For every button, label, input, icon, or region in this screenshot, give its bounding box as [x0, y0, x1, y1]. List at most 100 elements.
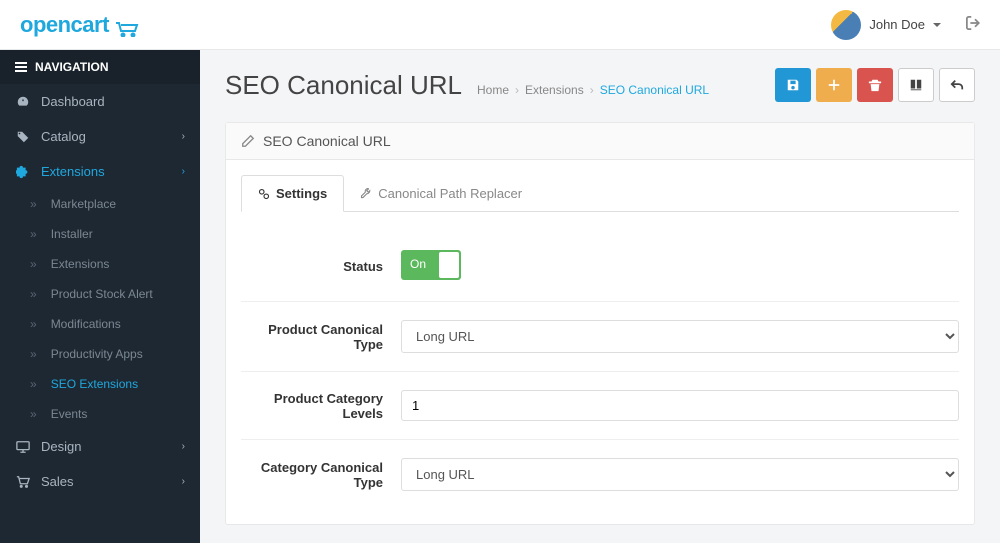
plus-icon [827, 78, 841, 92]
double-chevron-icon [30, 317, 41, 331]
user-menu[interactable]: John Doe [831, 10, 941, 40]
sidebar-item-extensions[interactable]: Extensions › [0, 154, 200, 189]
logo-text: opencart [20, 12, 109, 38]
cart-icon [15, 475, 31, 489]
toggle-label: On [410, 257, 426, 271]
wrench-icon [360, 187, 372, 199]
nav-label: Events [51, 407, 88, 421]
double-chevron-icon [30, 227, 41, 241]
input-product-levels[interactable] [401, 390, 959, 421]
subitem-marketplace[interactable]: Marketplace [15, 189, 200, 219]
hamburger-icon [15, 62, 27, 72]
subitem-stock-alert[interactable]: Product Stock Alert [15, 279, 200, 309]
subitem-installer[interactable]: Installer [15, 219, 200, 249]
nav-label: Sales [41, 474, 74, 489]
nav-label: Product Stock Alert [51, 287, 153, 301]
top-header: opencart John Doe [0, 0, 1000, 50]
settings-panel: SEO Canonical URL Settings Canonical Pat… [225, 122, 975, 525]
nav-label: Extensions [51, 257, 110, 271]
nav-label: SEO Extensions [51, 377, 138, 391]
logo[interactable]: opencart [20, 12, 139, 38]
sidebar-item-catalog[interactable]: Catalog › [0, 119, 200, 154]
label-status: Status [241, 259, 401, 274]
double-chevron-icon [30, 257, 41, 271]
avatar [831, 10, 861, 40]
delete-button[interactable] [857, 68, 893, 102]
logout-icon[interactable] [966, 16, 980, 33]
breadcrumb-sep: › [590, 83, 594, 97]
panel-title: SEO Canonical URL [263, 133, 391, 149]
subitem-seo-extensions[interactable]: SEO Extensions [15, 369, 200, 399]
crumb-home[interactable]: Home [477, 83, 509, 97]
nav-label: Modifications [51, 317, 121, 331]
dashboard-icon [15, 95, 31, 109]
panel-head: SEO Canonical URL [226, 123, 974, 160]
nav-label: Productivity Apps [51, 347, 143, 361]
status-toggle[interactable]: On [401, 250, 461, 280]
nav-label: Extensions [41, 164, 105, 179]
select-product-canonical[interactable]: Long URL [401, 320, 959, 353]
nav-label: Catalog [41, 129, 86, 144]
nav-label: Dashboard [41, 94, 105, 109]
nav-title: NAVIGATION [35, 60, 109, 74]
chevron-right-icon: › [182, 441, 185, 452]
action-buttons [775, 68, 975, 102]
row-status: Status On [241, 232, 959, 302]
pencil-icon [241, 134, 255, 148]
double-chevron-icon [30, 197, 41, 211]
double-chevron-icon [30, 287, 41, 301]
nav-label: Installer [51, 227, 93, 241]
row-product-canonical: Product Canonical Type Long URL [241, 302, 959, 372]
tab-label: Settings [276, 186, 327, 201]
subitem-events[interactable]: Events [15, 399, 200, 429]
row-product-levels: Product Category Levels [241, 372, 959, 440]
select-category-canonical[interactable]: Long URL [401, 458, 959, 491]
subitem-extensions[interactable]: Extensions [15, 249, 200, 279]
crumb-current[interactable]: SEO Canonical URL [600, 83, 709, 97]
label-product-canonical: Product Canonical Type [241, 322, 401, 352]
puzzle-icon [15, 165, 31, 179]
cart-icon [115, 17, 139, 33]
subitem-modifications[interactable]: Modifications [15, 309, 200, 339]
row-category-canonical: Category Canonical Type Long URL [241, 440, 959, 509]
save-button[interactable] [775, 68, 811, 102]
breadcrumb-sep: › [515, 83, 519, 97]
chevron-right-icon: › [182, 476, 185, 487]
page-header: SEO Canonical URL Home › Extensions › SE… [225, 68, 975, 102]
trash-icon [868, 78, 882, 92]
nav-label: Design [41, 439, 81, 454]
main-content: SEO Canonical URL Home › Extensions › SE… [200, 50, 1000, 543]
user-name: John Doe [869, 17, 925, 32]
nav-label: Marketplace [51, 197, 116, 211]
user-area: John Doe [831, 10, 980, 40]
tag-icon [15, 130, 31, 144]
sidebar-item-sales[interactable]: Sales › [0, 464, 200, 499]
subitem-productivity[interactable]: Productivity Apps [15, 339, 200, 369]
double-chevron-icon [30, 347, 41, 361]
tab-settings[interactable]: Settings [241, 175, 344, 212]
sidebar-submenu: Marketplace Installer Extensions Product… [0, 189, 200, 429]
chevron-down-icon [933, 23, 941, 27]
tab-replacer[interactable]: Canonical Path Replacer [344, 175, 538, 211]
add-button[interactable] [816, 68, 852, 102]
chevron-right-icon: › [182, 131, 185, 142]
tab-label: Canonical Path Replacer [378, 186, 522, 201]
double-chevron-icon [30, 407, 41, 421]
book-icon [909, 78, 923, 92]
back-button[interactable] [939, 68, 975, 102]
tabs: Settings Canonical Path Replacer [241, 175, 959, 212]
sidebar-item-design[interactable]: Design › [0, 429, 200, 464]
crumb-extensions[interactable]: Extensions [525, 83, 584, 97]
gears-icon [258, 188, 270, 200]
toggle-handle [439, 252, 459, 278]
page-title: SEO Canonical URL [225, 70, 462, 101]
chevron-right-icon: › [182, 166, 185, 177]
label-product-levels: Product Category Levels [241, 391, 401, 421]
reply-icon [950, 78, 964, 92]
monitor-icon [15, 440, 31, 454]
save-icon [786, 78, 800, 92]
breadcrumb: Home › Extensions › SEO Canonical URL [477, 83, 709, 97]
sidebar-item-dashboard[interactable]: Dashboard [0, 84, 200, 119]
book-button[interactable] [898, 68, 934, 102]
nav-header: NAVIGATION [0, 50, 200, 84]
